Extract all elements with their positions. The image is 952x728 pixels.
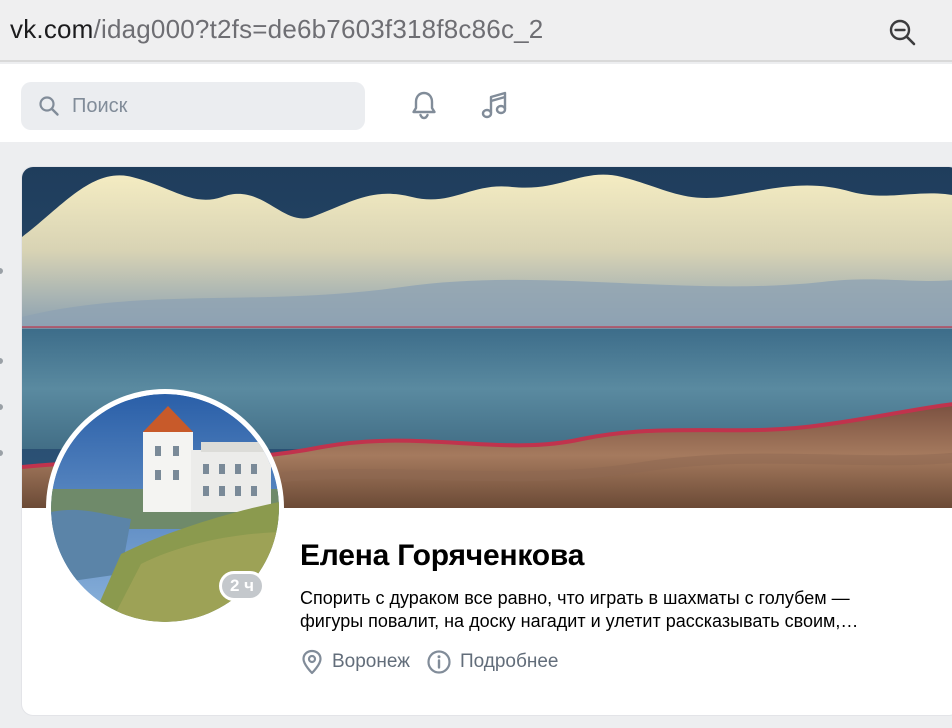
music-note-icon [481, 91, 507, 119]
sidebar-edge-dot [0, 450, 3, 456]
details-link[interactable]: Подробнее [426, 649, 559, 675]
sidebar-edge-dot [0, 268, 3, 274]
status-line: фигуры повалит, на доску нагадит и улети… [300, 611, 859, 631]
details-label: Подробнее [459, 651, 559, 672]
search-box[interactable] [21, 82, 365, 130]
sidebar-edge-dot [0, 358, 3, 364]
profile-meta: Воронеж Подробнее [300, 647, 574, 677]
location-label: Воронеж [332, 651, 410, 672]
music-button[interactable] [477, 87, 513, 123]
zoom-out-button[interactable] [886, 16, 920, 50]
profile-card: 2 ч Елена Горяченкова Спорить с дураком … [21, 166, 952, 716]
browser-url-bar[interactable]: vk.com/idag000?t2fs=de6b7603f318f8c86c_2 [0, 0, 952, 62]
last-seen-badge: 2 ч [219, 571, 265, 601]
location-pin-icon [302, 649, 322, 675]
status-line: Спорить с дураком все равно, что играть … [300, 588, 850, 608]
url-path: /idag000?t2fs=de6b7603f318f8c86c_2 [93, 14, 544, 44]
profile-status[interactable]: Спорить с дураком все равно, что играть … [300, 587, 940, 633]
zoom-out-icon [889, 19, 916, 46]
profile-name: Елена Горяченкова [300, 539, 585, 572]
location-item[interactable]: Воронеж [300, 649, 410, 675]
notifications-button[interactable] [406, 87, 442, 123]
url-host: vk.com [10, 14, 94, 44]
sidebar-edge-dot [0, 404, 3, 410]
bell-icon [412, 91, 436, 120]
url-text[interactable]: vk.com/idag000?t2fs=de6b7603f318f8c86c_2 [10, 14, 543, 45]
search-icon [39, 96, 59, 116]
search-input[interactable] [72, 94, 332, 118]
top-header [0, 64, 952, 142]
info-icon [427, 650, 451, 674]
